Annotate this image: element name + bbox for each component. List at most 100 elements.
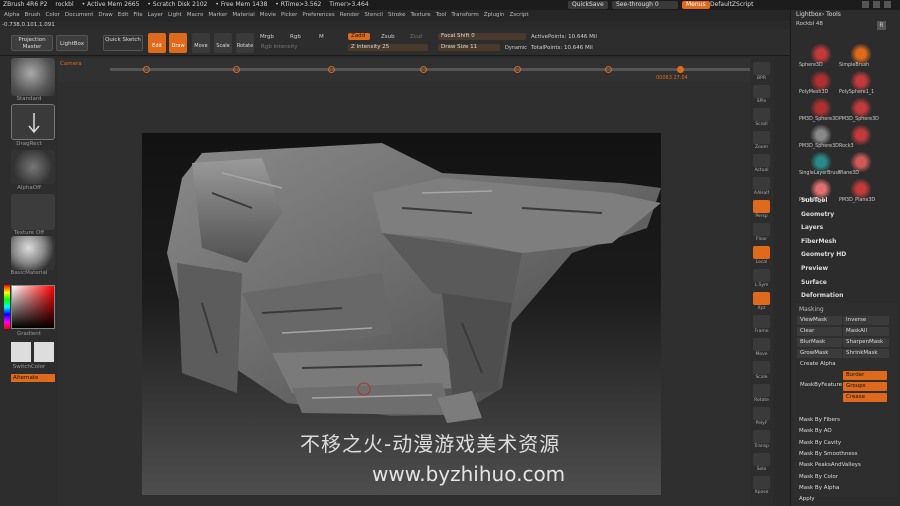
rgb-intensity-slider[interactable]: Rgb Intensity: [258, 44, 338, 51]
alternate-button[interactable]: Alternate: [11, 374, 55, 382]
z-intensity-slider[interactable]: Z Intensity 25: [348, 44, 428, 51]
section-geometry-hd[interactable]: Geometry HD: [801, 251, 846, 258]
menu-item[interactable]: Layer: [148, 12, 163, 18]
draw-size-slider[interactable]: Draw Size 11: [438, 44, 500, 51]
timeline-key[interactable]: [328, 66, 335, 73]
menu-item[interactable]: Picker: [281, 12, 297, 18]
section-deformation[interactable]: Deformation: [801, 292, 843, 299]
menu-item[interactable]: Marker: [208, 12, 227, 18]
right-tool-rotate-button[interactable]: [753, 384, 770, 397]
material-thumbnail[interactable]: [11, 236, 55, 270]
timeline-key[interactable]: [143, 66, 150, 73]
timeline-current-key[interactable]: [677, 66, 684, 73]
mask-option-mask-by-alpha[interactable]: Mask By Alpha: [799, 485, 839, 491]
right-tool-scale-button[interactable]: [753, 361, 770, 374]
projection-master-button[interactable]: Projection Master: [11, 35, 53, 51]
lightbox-button[interactable]: LightBox: [56, 35, 88, 51]
mask-option-mask-peaksandvalleys[interactable]: Mask PeaksAndValleys: [799, 462, 861, 468]
menu-item[interactable]: Document: [65, 12, 94, 18]
right-tool-bpr-button[interactable]: [753, 62, 770, 75]
maximize-icon[interactable]: [873, 1, 880, 8]
menu-item[interactable]: Macro: [187, 12, 204, 18]
menu-item[interactable]: Render: [340, 12, 360, 18]
timeline-key[interactable]: [514, 66, 521, 73]
m-button[interactable]: M: [319, 34, 324, 40]
timeline-key[interactable]: [420, 66, 427, 73]
timeline-ruler[interactable]: Camera 00063 27.04: [58, 58, 750, 82]
alpha-thumbnail[interactable]: [11, 150, 55, 184]
switch-color-button[interactable]: SwitchColor: [0, 364, 58, 370]
mrgb-button[interactable]: Mrgb: [260, 34, 274, 40]
section-subtool[interactable]: SubTool: [801, 197, 827, 204]
menu-item[interactable]: Transform: [451, 12, 478, 18]
right-tool-scroll-button[interactable]: [753, 108, 770, 121]
right-tool-polyf-button[interactable]: [753, 407, 770, 420]
right-tool-frame-button[interactable]: [753, 315, 770, 328]
menu-item[interactable]: Texture: [411, 12, 431, 18]
right-tool-actual-button[interactable]: [753, 154, 770, 167]
zcut-button[interactable]: Zcut: [410, 34, 422, 40]
color-picker[interactable]: [11, 285, 55, 329]
timeline-key[interactable]: [605, 66, 612, 73]
scale-button[interactable]: Scale: [214, 33, 232, 53]
timeline-key[interactable]: [233, 66, 240, 73]
right-tool-local-button[interactable]: [753, 246, 770, 259]
texture-thumbnail[interactable]: [11, 194, 55, 230]
secondary-color-swatch[interactable]: [34, 342, 54, 362]
menu-item[interactable]: Preferences: [302, 12, 334, 18]
zadd-button[interactable]: Zadd: [348, 33, 370, 40]
hue-slider[interactable]: [4, 285, 10, 329]
menu-item[interactable]: Stroke: [388, 12, 406, 18]
section-layers[interactable]: Layers: [801, 224, 823, 231]
menu-item[interactable]: Light: [168, 12, 182, 18]
mask-option-mask-by-cavity[interactable]: Mask By Cavity: [799, 440, 841, 446]
dynamic-button[interactable]: Dynamic: [505, 45, 527, 51]
menu-item[interactable]: Material: [232, 12, 254, 18]
minimize-icon[interactable]: [862, 1, 869, 8]
section-surface[interactable]: Surface: [801, 279, 827, 286]
section-preview[interactable]: Preview: [801, 265, 828, 272]
default-zscript-button[interactable]: DefaultZScript: [706, 1, 757, 9]
right-tool-persp-button[interactable]: [753, 200, 770, 213]
right-tool-l-sym-button[interactable]: [753, 269, 770, 282]
menu-item[interactable]: Movie: [260, 12, 276, 18]
rgb-button[interactable]: Rgb: [290, 34, 301, 40]
see-through-slider[interactable]: See-through 0: [612, 1, 678, 9]
menu-item[interactable]: Color: [46, 12, 60, 18]
zsub-button[interactable]: Zsub: [381, 34, 395, 40]
section-fibermesh[interactable]: FiberMesh: [801, 238, 836, 245]
right-tool-transp-button[interactable]: [753, 430, 770, 443]
menu-item[interactable]: File: [133, 12, 142, 18]
rotate-button[interactable]: Rotate: [236, 33, 254, 53]
mask-option-mask-by-ao[interactable]: Mask By AO: [799, 428, 832, 434]
quick-sketch-button[interactable]: Quick Sketch: [103, 35, 143, 51]
timeline-track[interactable]: [110, 68, 750, 71]
menu-item[interactable]: Draw: [98, 12, 112, 18]
mask-option-apply[interactable]: Apply: [799, 496, 815, 502]
menu-item[interactable]: Tool: [436, 12, 447, 18]
stroke-thumbnail[interactable]: [11, 104, 55, 140]
menu-item[interactable]: Zplugin: [484, 12, 505, 18]
mask-option-mask-by-color[interactable]: Mask By Color: [799, 474, 838, 480]
edit-button[interactable]: Edit: [148, 33, 166, 53]
quicksave-button[interactable]: QuickSave: [568, 1, 608, 9]
draw-button[interactable]: Draw: [169, 33, 187, 53]
right-tool-solo-button[interactable]: [753, 453, 770, 466]
right-tool-floor-button[interactable]: [753, 223, 770, 236]
right-tool-aahalf-button[interactable]: [753, 177, 770, 190]
focal-shift-slider[interactable]: Focal Shift 0: [438, 33, 526, 40]
move-button[interactable]: Move: [192, 33, 210, 53]
right-tool-xyz-button[interactable]: [753, 292, 770, 305]
main-color-swatch[interactable]: [11, 342, 31, 362]
menu-item[interactable]: Zscript: [509, 12, 528, 18]
right-tool-xpose-button[interactable]: [753, 476, 770, 489]
menu-item[interactable]: Brush: [25, 12, 41, 18]
right-tool-move-button[interactable]: [753, 338, 770, 351]
brush-thumbnail[interactable]: [11, 58, 55, 96]
mask-option-mask-by-smoothness[interactable]: Mask By Smoothness: [799, 451, 858, 457]
mask-option-mask-by-fibers[interactable]: Mask By Fibers: [799, 417, 840, 423]
right-tool-spix-button[interactable]: [753, 85, 770, 98]
menu-item[interactable]: Alpha: [4, 12, 20, 18]
section-geometry[interactable]: Geometry: [801, 211, 834, 218]
menu-item[interactable]: Stencil: [364, 12, 383, 18]
